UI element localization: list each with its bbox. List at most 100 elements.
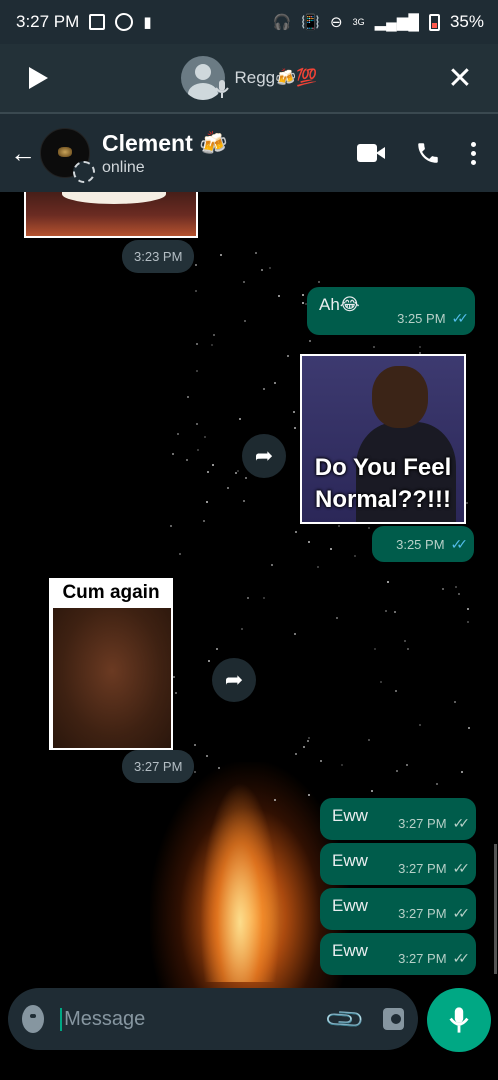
outgoing-message-bubble[interactable]: Eww 3:27 PM ✓✓ — [320, 798, 476, 840]
wallpaper-spark — [208, 659, 211, 662]
wallpaper-spark — [175, 692, 178, 695]
image-timestamp-pill: 3:25 PM ✓✓ — [372, 526, 474, 562]
image-caption: Cum again — [62, 582, 160, 603]
wallpaper-spark — [385, 609, 388, 612]
wallpaper-spark — [170, 524, 173, 527]
wallpaper-spark — [243, 320, 246, 323]
wallpaper-spark — [453, 701, 456, 704]
wallpaper-spark — [395, 690, 398, 693]
battery-percent: 35% — [449, 12, 484, 31]
wallpaper-spark — [270, 563, 273, 566]
message-text: Eww — [332, 896, 368, 915]
wallpaper-spark — [210, 344, 213, 347]
outgoing-image-message[interactable]: Do You Feel Normal??!!! — [300, 354, 466, 524]
wallpaper-spark — [213, 334, 216, 337]
chat-area[interactable]: 3:23 PM Ah😂 3:25 PM ✓✓ ➦ Do You Feel Nor… — [0, 192, 498, 988]
wallpaper-spark — [185, 458, 188, 461]
app-notification-icon — [115, 13, 134, 31]
wallpaper-spark — [318, 281, 321, 284]
wallpaper-spark — [243, 280, 246, 283]
wallpaper-spark — [404, 640, 407, 643]
incoming-image-message[interactable] — [24, 192, 198, 238]
wallpaper-spark — [194, 263, 197, 266]
wallpaper-spark — [216, 647, 219, 650]
disappearing-messages-icon — [73, 161, 95, 183]
wallpaper-spark — [293, 411, 296, 414]
wallpaper-spark — [295, 752, 298, 755]
gallery-notification-icon — [89, 14, 106, 30]
wallpaper-spark — [239, 417, 242, 420]
wallpaper-spark — [194, 290, 197, 293]
message-text: Eww — [332, 941, 368, 960]
message-timestamp: 3:27 PM — [398, 861, 447, 876]
forward-icon[interactable]: ➦ — [242, 434, 286, 478]
wallpaper-spark — [206, 755, 209, 758]
outgoing-message-bubble[interactable]: Eww 3:27 PM ✓✓ — [320, 933, 476, 975]
message-input[interactable] — [60, 1007, 330, 1031]
message-timestamp: 3:27 PM — [398, 951, 447, 966]
more-options-icon[interactable] — [471, 141, 476, 165]
wallpaper-spark — [234, 472, 237, 475]
video-call-icon[interactable] — [357, 144, 385, 162]
voice-chat-participant[interactable]: Regg🍻💯 — [56, 56, 442, 100]
contact-avatar[interactable] — [40, 128, 95, 183]
scrollbar[interactable] — [494, 844, 497, 974]
wallpaper-spark — [407, 648, 410, 651]
wallpaper-spark — [269, 267, 272, 270]
wallpaper-spark — [255, 252, 258, 254]
meme-caption-line-1: Do You Feel — [314, 454, 452, 481]
wallpaper-spark — [195, 343, 198, 346]
wallpaper-spark — [293, 633, 296, 636]
outgoing-message-bubble[interactable]: Ah😂 3:25 PM ✓✓ — [307, 287, 475, 335]
forward-icon[interactable]: ➦ — [212, 658, 256, 702]
wallpaper-spark — [374, 648, 377, 651]
back-arrow-icon[interactable]: ← — [10, 138, 38, 169]
wallpaper-spark — [329, 547, 332, 550]
wallpaper-spark — [368, 738, 371, 741]
phone-call-icon[interactable] — [415, 140, 441, 166]
wallpaper-spark — [236, 470, 239, 473]
wallpaper-spark — [380, 680, 383, 683]
wallpaper-spark — [178, 552, 181, 555]
wallpaper-spark — [277, 295, 280, 298]
incoming-image-message[interactable]: Cum again — [49, 578, 173, 750]
wallpaper-spark — [338, 524, 341, 527]
wallpaper-spark — [308, 339, 311, 342]
wallpaper-spark — [243, 500, 246, 503]
chat-header: ← Clement 🍻 online — [0, 114, 498, 192]
wallpaper-spark — [368, 527, 371, 530]
message-text: Eww — [332, 806, 368, 825]
microphone-icon — [214, 80, 229, 98]
wallpaper-spark — [293, 426, 296, 429]
wallpaper-spark — [442, 587, 445, 590]
camera-icon[interactable] — [383, 1008, 404, 1030]
sim-notification-icon: ▮ — [143, 14, 152, 31]
navigation-strip — [0, 1058, 498, 1080]
microphone-icon — [449, 1007, 469, 1033]
attachment-icon[interactable]: 📎 — [323, 997, 368, 1042]
wallpaper-spark — [319, 759, 322, 762]
wallpaper-spark — [203, 435, 206, 438]
wallpaper-spark — [195, 369, 198, 372]
emoji-icon[interactable] — [22, 1005, 45, 1033]
wallpaper-spark — [419, 724, 422, 727]
contact-info[interactable]: Clement 🍻 online — [102, 130, 357, 177]
delivered-receipt-icon: ✓✓ — [452, 905, 471, 921]
read-receipt-icon: ✓✓ — [450, 536, 469, 552]
voice-record-button[interactable] — [427, 988, 491, 1052]
wallpaper-spark — [306, 740, 309, 743]
wallpaper-spark — [396, 769, 399, 772]
signal-icon: ▂▄▆█ — [374, 14, 419, 31]
wallpaper-spark — [193, 770, 196, 773]
vibrate-icon: 📳 — [301, 14, 321, 31]
close-icon[interactable]: ✕ — [442, 61, 478, 96]
message-timestamp: 3:27 PM — [398, 816, 447, 831]
wallpaper-spark — [187, 395, 190, 398]
outgoing-message-bubble[interactable]: Eww 3:27 PM ✓✓ — [320, 888, 476, 930]
wallpaper-spark — [371, 790, 374, 793]
play-icon[interactable] — [20, 60, 56, 96]
message-input-container[interactable]: 📎 — [8, 988, 418, 1050]
outgoing-message-bubble[interactable]: Eww 3:27 PM ✓✓ — [320, 843, 476, 885]
status-bar: 3:27 PM ▮ 🎧 📳 ⊖ 3G ▂▄▆█ 35% — [0, 0, 498, 44]
voice-chat-bar[interactable]: Regg🍻💯 ✕ — [0, 44, 498, 112]
